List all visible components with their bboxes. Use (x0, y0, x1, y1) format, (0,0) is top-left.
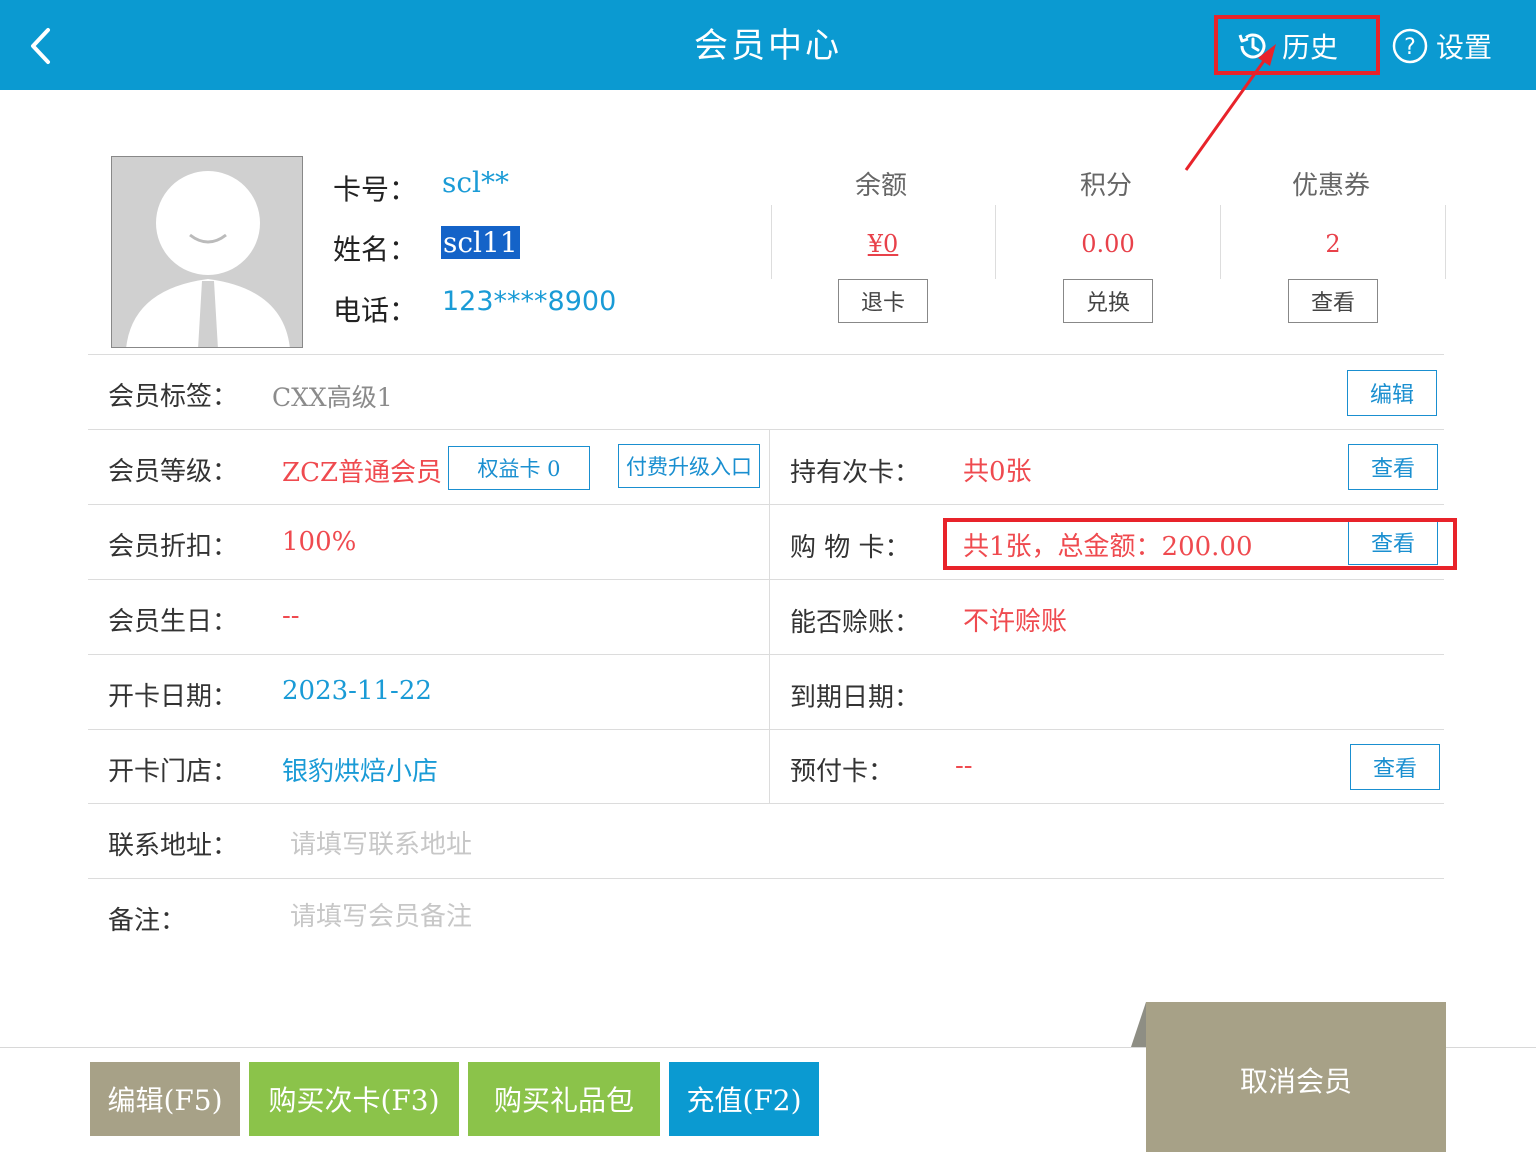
coupons-value: 2 (1325, 230, 1341, 258)
row-divider (88, 654, 1444, 655)
edit-member-button[interactable]: 编辑(F5) (90, 1062, 240, 1136)
open-store-value: 银豹烘焙小店 (282, 757, 439, 787)
member-birthday-label: 会员生日： (108, 607, 239, 637)
settings-button[interactable]: ? 设置 (1392, 24, 1492, 68)
row-divider (88, 579, 1444, 580)
row-divider (88, 803, 1444, 804)
member-tag-label: 会员标签： (108, 382, 239, 412)
name-label: 姓名： (333, 233, 418, 266)
expire-date-label: 到期日期： (790, 683, 921, 713)
balance-label: 余额 (854, 171, 907, 201)
coupons-label: 优惠券 (1291, 171, 1370, 201)
stat-divider (771, 205, 772, 279)
open-date-value: 2023-11-22 (282, 676, 432, 706)
name-value[interactable]: scl11 (441, 226, 520, 259)
buy-times-card-button[interactable]: 购买次卡(F3) (249, 1062, 459, 1136)
points-label: 积分 (1079, 171, 1132, 201)
points-value: 0.00 (1081, 230, 1135, 258)
stat-divider (995, 205, 996, 279)
row-divider (88, 729, 1444, 730)
credit-allowed-label: 能否赊账： (790, 608, 921, 638)
prepaid-card-value: -- (955, 751, 973, 781)
shopping-card-label: 购 物 卡： (790, 533, 911, 563)
times-card-value: 共0张 (963, 457, 1032, 487)
member-level-label: 会员等级： (108, 457, 239, 487)
view-prepaid-card-button[interactable]: 查看 (1350, 744, 1440, 790)
stat-divider (1220, 205, 1221, 279)
card-number-value: scl** (442, 166, 510, 199)
address-input[interactable]: 请填写联系地址 (290, 824, 472, 861)
shopping-card-highlight-box (943, 518, 1457, 570)
recharge-button[interactable]: 充值(F2) (669, 1062, 819, 1136)
open-store-label: 开卡门店： (108, 757, 239, 787)
member-birthday-value: -- (282, 601, 300, 631)
address-label: 联系地址： (108, 831, 239, 861)
prepaid-card-label: 预付卡： (790, 757, 895, 787)
buy-gift-package-button[interactable]: 购买礼品包 (468, 1062, 660, 1136)
row-divider (88, 354, 1444, 355)
credit-allowed-value: 不许赊账 (963, 607, 1068, 637)
settings-label: 设置 (1436, 31, 1493, 64)
row-divider (88, 878, 1444, 879)
rights-card-button[interactable]: 权益卡 0 (448, 446, 590, 490)
refund-card-button[interactable]: 退卡 (838, 279, 928, 323)
row-divider (88, 504, 1444, 505)
times-card-label: 持有次卡： (790, 458, 921, 488)
history-highlight-box (1214, 15, 1380, 75)
paid-upgrade-button[interactable]: 付费升级入口 (618, 444, 760, 488)
cancel-tab-corner (1131, 1002, 1146, 1047)
member-avatar (111, 156, 303, 348)
help-question-icon: ? (1392, 28, 1428, 64)
avatar-placeholder-icon (126, 171, 290, 347)
phone-value: 123****8900 (442, 286, 617, 317)
remark-label: 备注： (108, 906, 187, 936)
row-divider (88, 429, 1444, 430)
member-discount-label: 会员折扣： (108, 532, 239, 562)
card-number-label: 卡号： (333, 173, 418, 206)
edit-tag-button[interactable]: 编辑 (1347, 370, 1437, 416)
stat-divider (1445, 205, 1446, 279)
phone-label: 电话： (333, 294, 418, 327)
member-tag-value: CXX高级1 (272, 383, 393, 412)
svg-text:?: ? (1404, 35, 1416, 60)
cancel-member-button[interactable]: 取消会员 (1146, 1002, 1446, 1152)
column-divider (769, 430, 770, 803)
remark-input[interactable]: 请填写会员备注 (290, 896, 472, 933)
redeem-points-button[interactable]: 兑换 (1063, 279, 1153, 323)
member-level-value: ZCZ普通会员 (282, 458, 443, 488)
view-coupons-button[interactable]: 查看 (1288, 279, 1378, 323)
open-date-label: 开卡日期： (108, 682, 239, 712)
member-discount-value: 100% (282, 527, 357, 557)
view-times-card-button[interactable]: 查看 (1348, 444, 1438, 490)
balance-value[interactable]: ¥0 (783, 230, 983, 258)
